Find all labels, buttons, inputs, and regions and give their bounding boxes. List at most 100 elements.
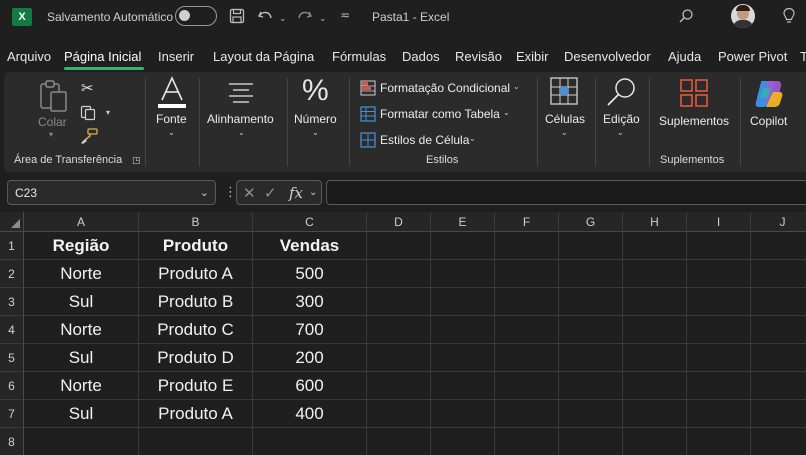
- redo-dropdown-icon[interactable]: ⌄: [319, 9, 327, 27]
- cell-c6[interactable]: 600: [253, 372, 367, 400]
- row-header-3[interactable]: 3: [0, 288, 24, 316]
- column-header-b[interactable]: B: [139, 212, 253, 232]
- customize-toolbar-icon[interactable]: ≂: [340, 6, 350, 24]
- format-as-table-button[interactable]: Formatar como Tabela: [380, 107, 500, 121]
- paste-label[interactable]: Colar: [38, 115, 67, 129]
- empty-cells-area[interactable]: [367, 232, 806, 455]
- copy-dropdown-icon[interactable]: ▾: [106, 108, 110, 117]
- cell-b6[interactable]: Produto E: [139, 372, 253, 400]
- cell-c2[interactable]: 500: [253, 260, 367, 288]
- paste-dropdown-icon[interactable]: ▾: [49, 130, 53, 139]
- font-label[interactable]: Fonte: [156, 112, 187, 126]
- save-icon[interactable]: [229, 8, 245, 24]
- column-header-j[interactable]: J: [751, 212, 806, 232]
- column-header-e[interactable]: E: [431, 212, 495, 232]
- name-box[interactable]: C23 ⌄: [7, 180, 216, 205]
- alignment-icon[interactable]: [227, 82, 255, 104]
- editing-dropdown-icon[interactable]: ⌄: [617, 128, 624, 137]
- column-header-a[interactable]: A: [24, 212, 139, 232]
- clipboard-launcher-icon[interactable]: ◳: [132, 155, 141, 166]
- cancel-icon[interactable]: ✕: [243, 184, 256, 202]
- cell-c4[interactable]: 700: [253, 316, 367, 344]
- conditional-formatting-icon[interactable]: [360, 80, 376, 96]
- avatar[interactable]: [731, 4, 755, 28]
- row-header-5[interactable]: 5: [0, 344, 24, 372]
- paste-icon[interactable]: [38, 78, 70, 114]
- insert-function-icon[interactable]: fx: [289, 184, 303, 202]
- cell-a3[interactable]: Sul: [24, 288, 139, 316]
- add-ins-button-label[interactable]: Suplementos: [659, 114, 729, 128]
- column-header-i[interactable]: I: [687, 212, 751, 232]
- editing-label[interactable]: Edição: [603, 112, 640, 126]
- number-format-icon[interactable]: %: [302, 74, 329, 108]
- row-header-8[interactable]: 8: [0, 428, 24, 455]
- conditional-formatting-dropdown-icon[interactable]: ⌄: [513, 82, 520, 91]
- lightbulb-icon[interactable]: [782, 7, 796, 25]
- column-header-c[interactable]: C: [253, 212, 367, 232]
- tab-inserir[interactable]: Inserir: [158, 49, 194, 64]
- cell-a8[interactable]: [24, 428, 139, 455]
- tab-ajuda[interactable]: Ajuda: [668, 49, 701, 64]
- cells-icon[interactable]: [549, 76, 579, 106]
- cell-b3[interactable]: Produto B: [139, 288, 253, 316]
- font-dropdown-icon[interactable]: ⌄: [168, 128, 175, 137]
- cell-styles-dropdown-icon[interactable]: ⌄: [469, 134, 476, 143]
- enter-icon[interactable]: ✓: [264, 184, 277, 202]
- cell-b5[interactable]: Produto D: [139, 344, 253, 372]
- cell-c5[interactable]: 200: [253, 344, 367, 372]
- add-ins-icon[interactable]: [679, 78, 709, 108]
- tab-arquivo[interactable]: Arquivo: [7, 49, 51, 64]
- row-header-2[interactable]: 2: [0, 260, 24, 288]
- search-magnifier-icon[interactable]: [604, 76, 638, 108]
- cell-b4[interactable]: Produto C: [139, 316, 253, 344]
- cell-b8[interactable]: [139, 428, 253, 455]
- undo-icon[interactable]: [257, 8, 273, 24]
- cell-styles-icon[interactable]: [360, 132, 376, 148]
- tab-exibir[interactable]: Exibir: [516, 49, 549, 64]
- cut-icon[interactable]: ✂: [81, 79, 94, 97]
- tab-revisao[interactable]: Revisão: [455, 49, 502, 64]
- autosave-toggle[interactable]: [175, 6, 217, 26]
- tab-layout-da-pagina[interactable]: Layout da Página: [213, 49, 314, 64]
- cell-a6[interactable]: Norte: [24, 372, 139, 400]
- cell-b1[interactable]: Produto: [139, 232, 253, 260]
- cells-dropdown-icon[interactable]: ⌄: [561, 128, 568, 137]
- tab-power-pivot[interactable]: Power Pivot: [718, 49, 787, 64]
- undo-dropdown-icon[interactable]: ⌄: [279, 9, 287, 27]
- cell-b7[interactable]: Produto A: [139, 400, 253, 428]
- tab-formulas[interactable]: Fórmulas: [332, 49, 386, 64]
- row-header-7[interactable]: 7: [0, 400, 24, 428]
- tab-dados[interactable]: Dados: [402, 49, 440, 64]
- row-header-4[interactable]: 4: [0, 316, 24, 344]
- column-header-g[interactable]: G: [559, 212, 623, 232]
- column-header-d[interactable]: D: [367, 212, 431, 232]
- alignment-dropdown-icon[interactable]: ⌄: [238, 128, 245, 137]
- cell-b2[interactable]: Produto A: [139, 260, 253, 288]
- alignment-label[interactable]: Alinhamento: [207, 112, 274, 126]
- conditional-formatting-button[interactable]: Formatação Condicional: [380, 81, 510, 95]
- tab-desenvolvedor[interactable]: Desenvolvedor: [564, 49, 651, 64]
- row-header-1[interactable]: 1: [0, 232, 24, 260]
- tab-pagina-inicial[interactable]: Página Inicial: [64, 49, 141, 64]
- cell-a7[interactable]: Sul: [24, 400, 139, 428]
- cell-a1[interactable]: Região: [24, 232, 139, 260]
- cell-a2[interactable]: Norte: [24, 260, 139, 288]
- cell-styles-button[interactable]: Estilos de Célula: [380, 133, 469, 147]
- cell-a4[interactable]: Norte: [24, 316, 139, 344]
- formula-input[interactable]: [326, 180, 806, 205]
- copilot-icon[interactable]: [753, 78, 785, 110]
- cells-label[interactable]: Células: [545, 112, 585, 126]
- cell-c8[interactable]: [253, 428, 367, 455]
- select-all-corner[interactable]: [0, 212, 24, 232]
- tab-overflow[interactable]: T: [800, 49, 806, 64]
- function-dropdown-icon[interactable]: ⌄: [309, 187, 317, 198]
- cell-c3[interactable]: 300: [253, 288, 367, 316]
- column-header-h[interactable]: H: [623, 212, 687, 232]
- cell-c1[interactable]: Vendas: [253, 232, 367, 260]
- name-box-dropdown-icon[interactable]: ⌄: [200, 186, 209, 199]
- copy-icon[interactable]: [80, 105, 96, 121]
- number-dropdown-icon[interactable]: ⌄: [312, 128, 319, 137]
- redo-icon[interactable]: [297, 8, 313, 24]
- search-icon[interactable]: [678, 8, 694, 24]
- font-icon[interactable]: [156, 76, 188, 110]
